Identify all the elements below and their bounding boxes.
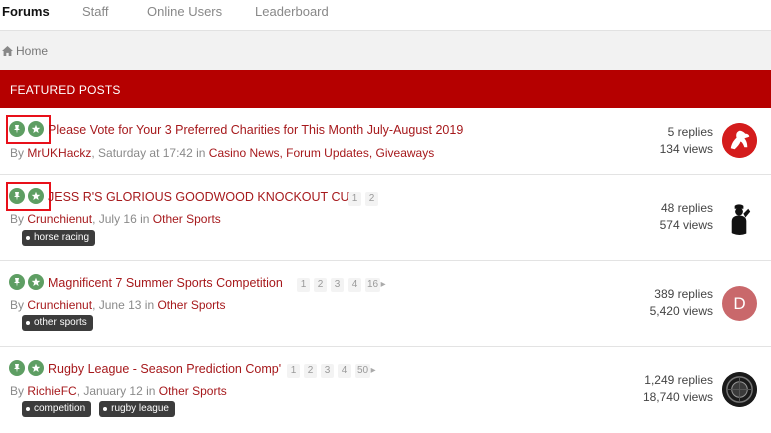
- page-link[interactable]: 3: [321, 364, 334, 378]
- featured-star-icon: [28, 360, 44, 376]
- topic-stats: 1,249 replies 18,740 views: [643, 372, 713, 406]
- topic-pager: 1 2: [348, 192, 382, 206]
- views-count: 5,420 views: [649, 304, 713, 318]
- replies-count: 48 replies: [660, 201, 713, 215]
- views-count: 18,740 views: [642, 390, 713, 404]
- replies-count: 1,249 replies: [644, 373, 713, 387]
- topic-row: Please Vote for Your 3 Preferred Chariti…: [0, 108, 771, 175]
- topic-row: Magnificent 7 Summer Sports Competition …: [0, 261, 771, 347]
- topic-row: JESS R'S GLORIOUS GOODWOOD KNOCKOUT CUP …: [0, 175, 771, 261]
- topic-meta: By Crunchienut, July 16 in Other Sports: [10, 212, 221, 226]
- author-avatar[interactable]: [722, 123, 757, 158]
- topic-tags: other sports: [22, 315, 101, 331]
- topic-badges: [9, 274, 47, 290]
- horse-logo-icon: [722, 123, 757, 158]
- page-link[interactable]: 2: [314, 278, 327, 292]
- dark-emblem-icon: [722, 372, 757, 407]
- highlight-box: [6, 182, 51, 211]
- tab-leaderboard[interactable]: Leaderboard: [255, 4, 329, 19]
- pinned-icon: [9, 360, 25, 376]
- views-count: 134 views: [659, 142, 713, 156]
- topic-title-link[interactable]: Rugby League - Season Prediction Comp': [48, 362, 281, 376]
- topic-row: Rugby League - Season Prediction Comp' 1…: [0, 347, 771, 433]
- pinned-icon: [9, 274, 25, 290]
- author-avatar[interactable]: [722, 200, 757, 235]
- page-link[interactable]: 1: [348, 192, 361, 206]
- meta-by: By: [10, 146, 25, 160]
- saluting-soldier-icon: [731, 204, 751, 235]
- page-link[interactable]: 2: [365, 192, 378, 206]
- page-link[interactable]: 16: [365, 278, 381, 292]
- featured-posts-title: FEATURED POSTS: [10, 83, 121, 97]
- author-link[interactable]: RichieFC: [27, 384, 76, 398]
- author-link[interactable]: Crunchienut: [27, 212, 92, 226]
- topic-stats: 5 replies 134 views: [660, 124, 713, 158]
- page-link[interactable]: 1: [287, 364, 300, 378]
- meta-by: By: [10, 384, 25, 398]
- top-nav: Forums Staff Online Users Leaderboard: [0, 0, 771, 30]
- topic-pager: 1 2 3 4 50 ▸: [287, 364, 380, 378]
- author-avatar[interactable]: D: [722, 286, 757, 321]
- home-icon: [2, 46, 13, 56]
- meta-by: By: [10, 298, 25, 312]
- next-page-icon[interactable]: ▸: [370, 364, 376, 378]
- meta-date: , June 13 in: [92, 298, 158, 312]
- meta-by: By: [10, 212, 25, 226]
- author-link[interactable]: MrUKHackz: [27, 146, 91, 160]
- page-link[interactable]: 3: [331, 278, 344, 292]
- forum-link[interactable]: Other Sports: [159, 384, 227, 398]
- featured-posts-header: FEATURED POSTS: [0, 70, 771, 108]
- topic-meta: By RichieFC, January 12 in Other Sports: [10, 384, 227, 398]
- tag-link[interactable]: rugby league: [99, 401, 175, 417]
- meta-date: , January 12 in: [76, 384, 159, 398]
- topic-meta: By Crunchienut, June 13 in Other Sports: [10, 298, 226, 312]
- views-count: 574 views: [659, 218, 713, 232]
- forum-link[interactable]: Other Sports: [157, 298, 225, 312]
- page-link[interactable]: 4: [348, 278, 361, 292]
- tag-link[interactable]: competition: [22, 401, 92, 417]
- page-link[interactable]: 50: [355, 364, 371, 378]
- author-avatar[interactable]: [722, 372, 757, 407]
- tab-online-users[interactable]: Online Users: [147, 4, 222, 19]
- highlight-box: [6, 115, 51, 144]
- topic-tags: competition rugby league: [22, 401, 183, 417]
- author-link[interactable]: Crunchienut: [27, 298, 92, 312]
- topic-tags: horse racing: [22, 230, 103, 246]
- page-link[interactable]: 1: [297, 278, 310, 292]
- topic-meta: By MrUKHackz, Saturday at 17:42 in Casin…: [10, 146, 434, 160]
- meta-date: , Saturday at 17:42 in: [91, 146, 209, 160]
- page-link[interactable]: 4: [338, 364, 351, 378]
- topic-title-link[interactable]: JESS R'S GLORIOUS GOODWOOD KNOCKOUT CUP: [48, 190, 358, 204]
- topic-title-link[interactable]: Magnificent 7 Summer Sports Competition: [48, 276, 283, 290]
- tab-staff[interactable]: Staff: [82, 4, 109, 19]
- next-page-icon[interactable]: ▸: [380, 278, 386, 292]
- meta-date: , July 16 in: [92, 212, 153, 226]
- replies-count: 389 replies: [654, 287, 713, 301]
- topic-badges: [9, 360, 47, 376]
- tag-link[interactable]: horse racing: [22, 230, 96, 246]
- tab-forums[interactable]: Forums: [2, 4, 50, 19]
- forum-link[interactable]: Casino News, Forum Updates, Giveaways: [209, 146, 434, 160]
- breadcrumb: Home: [2, 44, 48, 58]
- topic-stats: 48 replies 574 views: [660, 200, 713, 234]
- forum-link[interactable]: Other Sports: [153, 212, 221, 226]
- featured-star-icon: [28, 274, 44, 290]
- replies-count: 5 replies: [667, 125, 713, 139]
- tag-link[interactable]: other sports: [22, 315, 93, 331]
- topic-title-link[interactable]: Please Vote for Your 3 Preferred Chariti…: [48, 123, 463, 137]
- topic-pager: 1 2 3 4 16 ▸: [297, 278, 390, 292]
- breadcrumb-bar: Home: [0, 30, 771, 70]
- breadcrumb-home-link[interactable]: Home: [16, 44, 48, 58]
- topic-stats: 389 replies 5,420 views: [650, 286, 713, 320]
- page-link[interactable]: 2: [304, 364, 317, 378]
